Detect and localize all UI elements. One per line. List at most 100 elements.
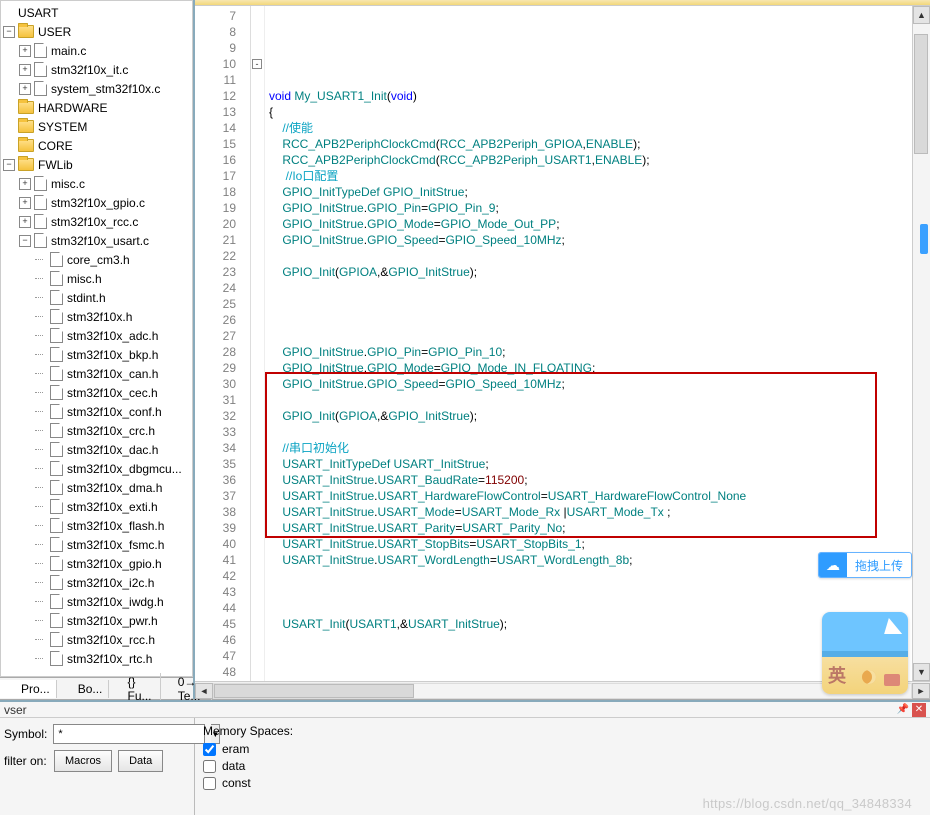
tree-item[interactable]: stm32f10x_can.h	[1, 364, 192, 383]
tree-item[interactable]: +system_stm32f10x.c	[1, 79, 192, 98]
tree-item[interactable]: stm32f10x_rtc.h	[1, 649, 192, 668]
tree-item[interactable]: +stm32f10x_rcc.c	[1, 212, 192, 231]
expand-icon[interactable]: +	[19, 64, 31, 76]
tree-item[interactable]: stm32f10x_cec.h	[1, 383, 192, 402]
vscroll-thumb[interactable]	[914, 34, 928, 154]
code-line[interactable]: USART_InitStrue.USART_BaudRate=115200;	[269, 472, 930, 488]
code-line[interactable]: USART_InitStrue.USART_StopBits=USART_Sto…	[269, 536, 930, 552]
horizontal-scrollbar[interactable]: ◄ ►	[195, 681, 930, 699]
sidebar-tab[interactable]: Bo...	[57, 680, 110, 698]
code-line[interactable]: GPIO_InitStrue.GPIO_Pin=GPIO_Pin_9;	[269, 200, 930, 216]
expand-icon[interactable]: +	[19, 83, 31, 95]
scroll-down-arrow[interactable]: ▼	[913, 663, 930, 681]
expand-icon[interactable]: −	[19, 235, 31, 247]
code-line[interactable]	[269, 312, 930, 328]
hscroll-track[interactable]	[213, 683, 912, 699]
code-line[interactable]: //Io口配置	[269, 168, 930, 184]
symbol-input[interactable]	[53, 724, 205, 744]
code-line[interactable]: GPIO_InitStrue.GPIO_Mode=GPIO_Mode_IN_FL…	[269, 360, 930, 376]
tree-item[interactable]: stm32f10x_dma.h	[1, 478, 192, 497]
tree-item[interactable]: stm32f10x_conf.h	[1, 402, 192, 421]
code-content[interactable]: void My_USART1_Init(void){ //使能 RCC_APB2…	[265, 6, 930, 681]
hscroll-thumb[interactable]	[214, 684, 414, 698]
tree-item[interactable]: stm32f10x_dbgmcu...	[1, 459, 192, 478]
tree-item[interactable]: SYSTEM	[1, 117, 192, 136]
vscroll-track[interactable]	[913, 24, 930, 663]
tree-item[interactable]: −FWLib	[1, 155, 192, 174]
sidebar-tab[interactable]: Pro...	[0, 680, 57, 698]
tree-item[interactable]: stm32f10x_exti.h	[1, 497, 192, 516]
expand-icon[interactable]: +	[19, 216, 31, 228]
expand-icon[interactable]: −	[3, 159, 15, 171]
tree-item[interactable]: stm32f10x_iwdg.h	[1, 592, 192, 611]
expand-icon[interactable]: +	[19, 178, 31, 190]
code-line[interactable]	[269, 280, 930, 296]
code-line[interactable]	[269, 392, 930, 408]
expand-icon[interactable]: −	[3, 26, 15, 38]
code-line[interactable]: USART_InitStrue.USART_Mode=USART_Mode_Rx…	[269, 504, 930, 520]
checkbox[interactable]	[203, 743, 216, 756]
code-line[interactable]: //使能	[269, 120, 930, 136]
code-line[interactable]: USART_InitStrue.USART_Parity=USART_Parit…	[269, 520, 930, 536]
code-line[interactable]: USART_InitStrue.USART_HardwareFlowContro…	[269, 488, 930, 504]
memory-option[interactable]: const	[203, 776, 922, 790]
tree-item[interactable]: stm32f10x_flash.h	[1, 516, 192, 535]
tree-item[interactable]: stm32f10x_dac.h	[1, 440, 192, 459]
pin-icon[interactable]: 📌	[896, 703, 910, 717]
memory-option[interactable]: eram	[203, 742, 922, 756]
code-line[interactable]: void My_USART1_Init(void)	[269, 88, 930, 104]
tree-item[interactable]: stm32f10x_adc.h	[1, 326, 192, 345]
code-line[interactable]: GPIO_InitStrue.GPIO_Mode=GPIO_Mode_Out_P…	[269, 216, 930, 232]
checkbox[interactable]	[203, 760, 216, 773]
code-line[interactable]: {	[269, 104, 930, 120]
tree-item[interactable]: +main.c	[1, 41, 192, 60]
scroll-up-arrow[interactable]: ▲	[913, 6, 930, 24]
project-tree[interactable]: USART−USER+main.c+stm32f10x_it.c+system_…	[0, 0, 193, 677]
tree-item[interactable]: stdint.h	[1, 288, 192, 307]
fold-column[interactable]: -	[251, 6, 265, 681]
scroll-left-arrow[interactable]: ◄	[195, 683, 213, 699]
tree-item[interactable]: stm32f10x.h	[1, 307, 192, 326]
code-line[interactable]	[269, 296, 930, 312]
code-line[interactable]: GPIO_InitTypeDef GPIO_InitStrue;	[269, 184, 930, 200]
upload-badge[interactable]: ☁ 拖拽上传	[818, 552, 912, 578]
code-line[interactable]: GPIO_InitStrue.GPIO_Pin=GPIO_Pin_10;	[269, 344, 930, 360]
tree-item[interactable]: stm32f10x_crc.h	[1, 421, 192, 440]
code-line[interactable]	[269, 584, 930, 600]
code-line[interactable]: USART_InitTypeDef USART_InitStrue;	[269, 456, 930, 472]
fold-toggle[interactable]: -	[252, 59, 262, 69]
memory-option[interactable]: data	[203, 759, 922, 773]
code-line[interactable]: GPIO_Init(GPIOA,&GPIO_InitStrue);	[269, 408, 930, 424]
tree-item[interactable]: misc.h	[1, 269, 192, 288]
expand-icon[interactable]: +	[19, 45, 31, 57]
tree-item[interactable]: stm32f10x_rcc.h	[1, 630, 192, 649]
ime-indicator[interactable]: 英	[822, 612, 908, 694]
tree-item[interactable]: stm32f10x_bkp.h	[1, 345, 192, 364]
macros-button[interactable]: Macros	[54, 750, 112, 772]
tree-item[interactable]: stm32f10x_pwr.h	[1, 611, 192, 630]
code-line[interactable]: RCC_APB2PeriphClockCmd(RCC_APB2Periph_US…	[269, 152, 930, 168]
tree-item[interactable]: HARDWARE	[1, 98, 192, 117]
code-line[interactable]: //串口初始化	[269, 440, 930, 456]
tree-item[interactable]: stm32f10x_fsmc.h	[1, 535, 192, 554]
code-line[interactable]: GPIO_InitStrue.GPIO_Speed=GPIO_Speed_10M…	[269, 376, 930, 392]
tree-item[interactable]: +stm32f10x_gpio.c	[1, 193, 192, 212]
code-line[interactable]: GPIO_InitStrue.GPIO_Speed=GPIO_Speed_10M…	[269, 232, 930, 248]
close-icon[interactable]: ✕	[912, 703, 926, 717]
scroll-right-arrow[interactable]: ►	[912, 683, 930, 699]
tree-item[interactable]: stm32f10x_i2c.h	[1, 573, 192, 592]
code-line[interactable]	[269, 56, 930, 72]
tree-item[interactable]: stm32f10x_gpio.h	[1, 554, 192, 573]
code-line[interactable]	[269, 72, 930, 88]
tree-item[interactable]: USART	[1, 3, 192, 22]
checkbox[interactable]	[203, 777, 216, 790]
code-line[interactable]	[269, 248, 930, 264]
tree-item[interactable]: +misc.c	[1, 174, 192, 193]
vertical-scrollbar[interactable]: ▲ ▼	[912, 6, 930, 681]
tree-item[interactable]: +stm32f10x_it.c	[1, 60, 192, 79]
code-line[interactable]: RCC_APB2PeriphClockCmd(RCC_APB2Periph_GP…	[269, 136, 930, 152]
tree-item[interactable]: CORE	[1, 136, 192, 155]
code-line[interactable]	[269, 328, 930, 344]
data-button[interactable]: Data	[118, 750, 163, 772]
tree-item[interactable]: core_cm3.h	[1, 250, 192, 269]
